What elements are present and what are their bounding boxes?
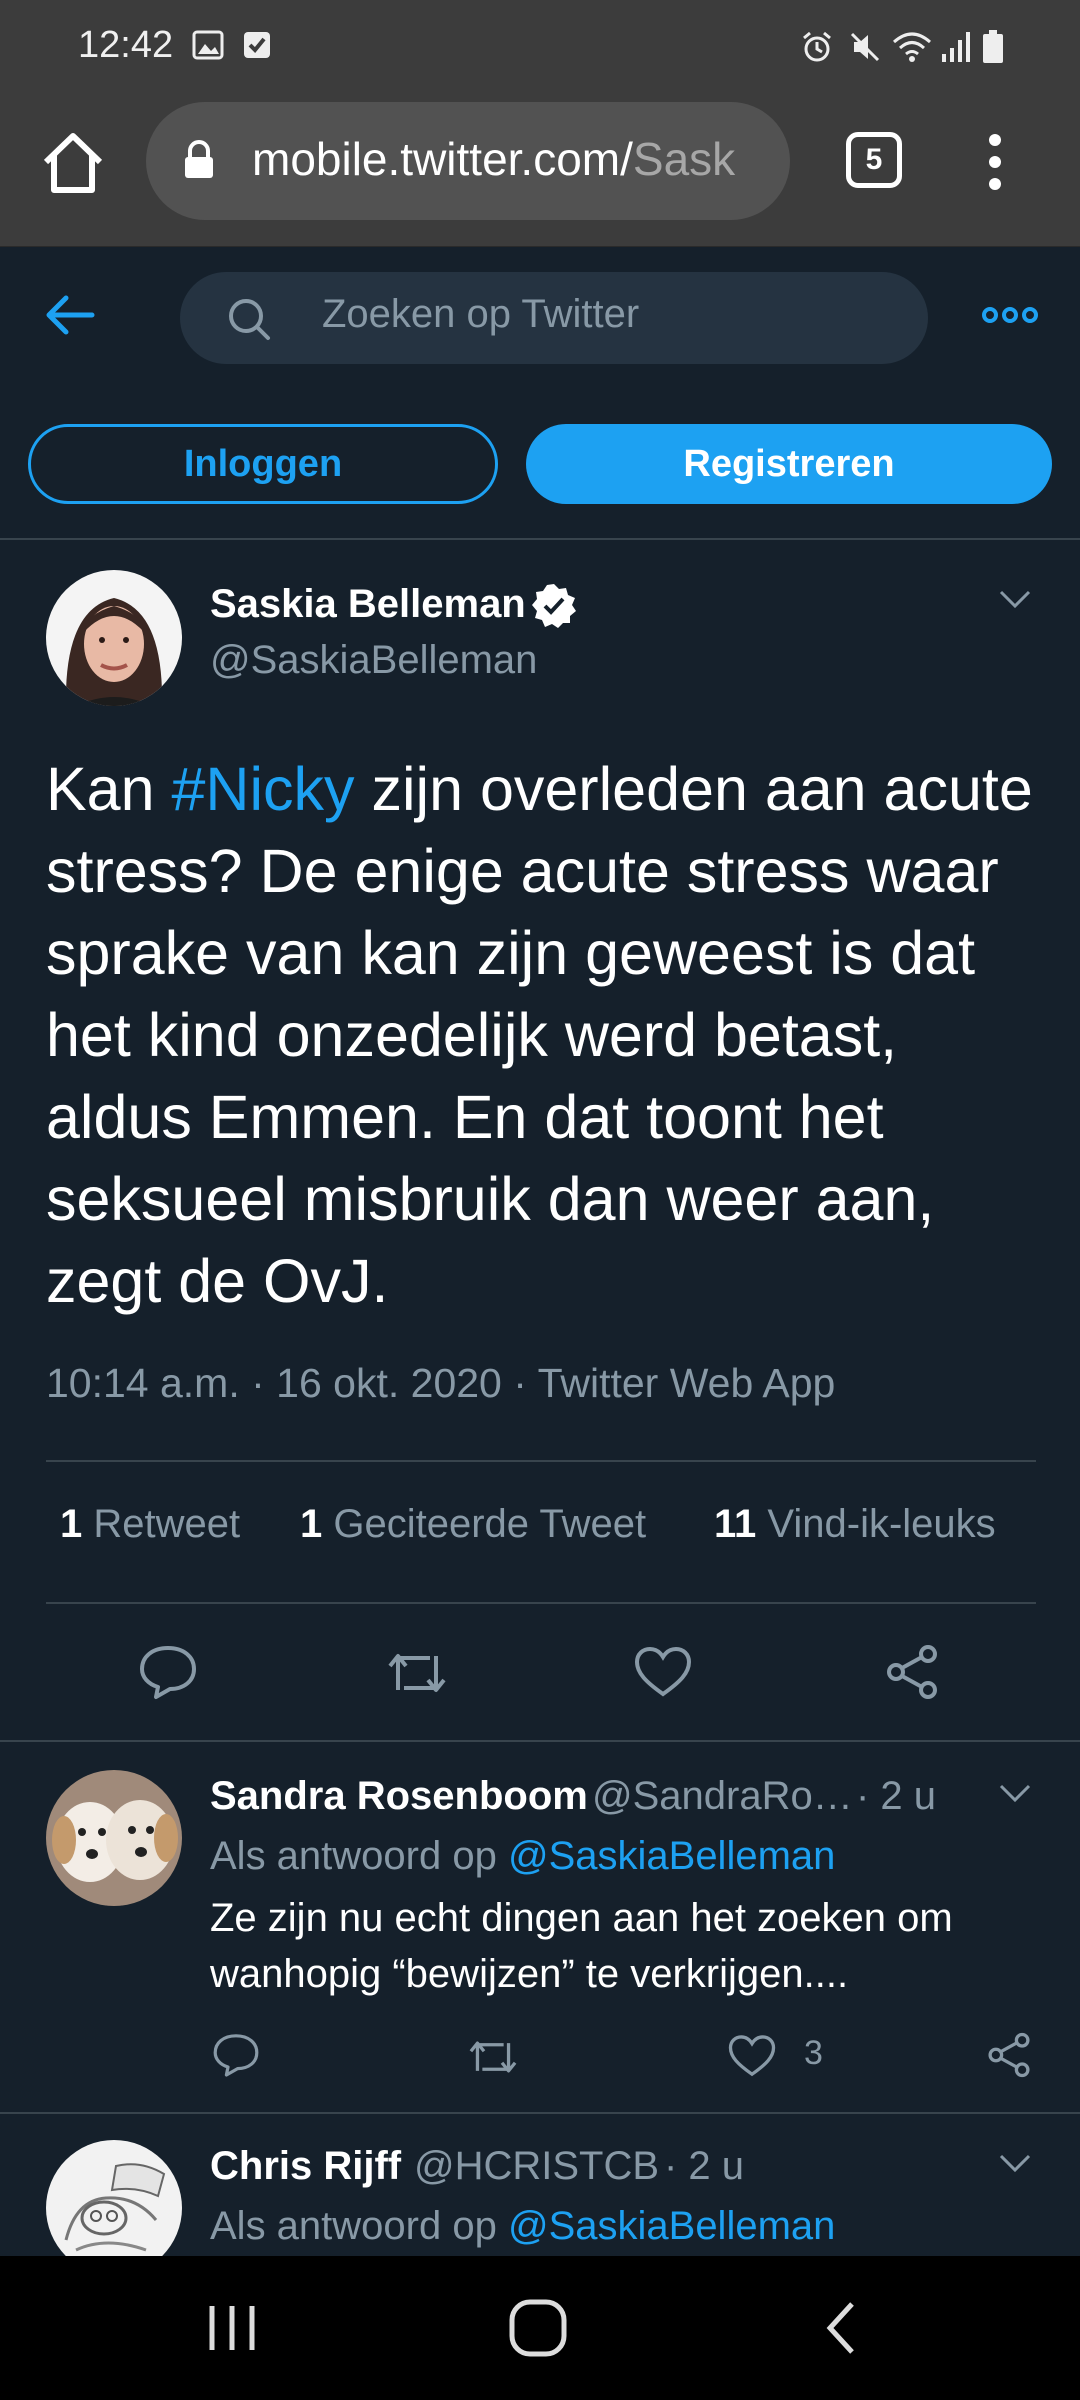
reply-divider <box>0 2112 1080 2114</box>
like-heart-icon[interactable] <box>728 2034 776 2078</box>
status-time: 12:42 <box>78 24 174 66</box>
back-arrow-icon[interactable] <box>40 290 100 340</box>
tweet-text-start: Kan <box>46 755 172 823</box>
tweet-divider <box>0 1740 1080 1742</box>
avatar-portrait-image <box>46 570 182 706</box>
author-handle[interactable]: @SaskiaBelleman <box>210 638 537 683</box>
quote-number: 1 <box>300 1502 323 1546</box>
more-options-icon[interactable] <box>980 300 1040 330</box>
retweet-number: 1 <box>60 1502 83 1546</box>
reply-like-count: 3 <box>804 2034 823 2072</box>
mute-icon <box>850 32 880 62</box>
wifi-icon <box>893 32 931 62</box>
retweet-icon[interactable] <box>384 1648 450 1698</box>
url-text[interactable]: mobile.twitter.com/Sask <box>252 132 735 186</box>
retweet-icon[interactable] <box>466 2036 520 2078</box>
avatar-dogs-image <box>46 1770 182 1906</box>
image-notification-icon <box>192 30 224 60</box>
home-nav-icon[interactable] <box>506 2296 570 2360</box>
hashtag-link[interactable]: #Nicky <box>172 755 355 823</box>
search-icon <box>229 299 270 340</box>
lock-icon <box>185 140 213 178</box>
status-bar: 12:42 <box>0 0 1080 96</box>
like-heart-icon[interactable] <box>634 1646 692 1698</box>
reply-context: Als antwoord op @SaskiaBelleman <box>210 1834 835 1879</box>
chevron-down-icon[interactable] <box>998 1782 1032 1804</box>
tweet-source: Twitter Web App <box>537 1360 836 1406</box>
share-icon[interactable] <box>986 2032 1032 2078</box>
reply-age: · 2 u <box>664 2144 745 2188</box>
back-nav-icon[interactable] <box>820 2300 860 2356</box>
browser-menu-icon[interactable] <box>980 132 1010 192</box>
tweet-meta: 10:14 a.m. · 16 okt. 2020 · Twitter Web … <box>46 1360 836 1406</box>
alarm-icon <box>803 31 831 62</box>
tweet-date[interactable]: 16 okt. 2020 <box>276 1360 502 1406</box>
like-number: 11 <box>714 1502 757 1546</box>
quote-label: Geciteerde Tweet <box>333 1502 647 1546</box>
like-label: Vind-ik-leuks <box>767 1502 996 1546</box>
reply-author-name[interactable]: Sandra Rosenboom <box>210 1774 588 1819</box>
stats-divider <box>46 1602 1036 1604</box>
recent-apps-icon[interactable] <box>206 2302 258 2354</box>
battery-icon <box>983 30 1003 63</box>
checkbox-notification-icon <box>244 32 270 58</box>
tweet-time[interactable]: 10:14 a.m. <box>46 1360 240 1406</box>
reply-icon[interactable] <box>212 2032 260 2078</box>
retweet-count[interactable]: 1 Retweet <box>60 1502 240 1547</box>
signal-icon <box>942 32 970 62</box>
reply-text: Ze zijn nu echt dingen aan het zoeken om… <box>210 1896 953 1996</box>
home-icon[interactable] <box>38 128 108 198</box>
like-count[interactable]: 11 Vind-ik-leuks <box>714 1502 996 1547</box>
login-button[interactable]: Inloggen <box>28 424 498 504</box>
verified-badge-icon <box>532 584 576 628</box>
register-button[interactable]: Registreren <box>526 424 1052 504</box>
retweet-label: Retweet <box>93 1502 241 1546</box>
tab-switcher-button[interactable]: 5 <box>846 132 902 188</box>
author-name[interactable]: Saskia Belleman <box>210 582 526 627</box>
quote-count[interactable]: 1 Geciteerde Tweet <box>300 1502 646 1547</box>
reply-age: · 2 u <box>856 1774 937 1818</box>
search-input[interactable]: Zoeken op Twitter <box>180 272 928 364</box>
tweet-text-rest: zijn overleden aan acute stress? De enig… <box>46 755 1033 1315</box>
tweet-text: Kan #Nicky zijn overleden aan acute stre… <box>46 748 1046 1322</box>
url-bar[interactable]: mobile.twitter.com/Sask <box>146 102 790 220</box>
chevron-down-icon[interactable] <box>998 588 1032 610</box>
share-icon[interactable] <box>884 1644 940 1700</box>
reply-to-label: Als antwoord op <box>210 2204 497 2248</box>
meta-divider <box>46 1460 1036 1462</box>
reply-to-label: Als antwoord op <box>210 1834 497 1878</box>
url-host: mobile.twitter.com/ <box>252 133 633 185</box>
reply-icon[interactable] <box>138 1644 198 1700</box>
url-path: Sask <box>632 133 736 185</box>
reply-to-link[interactable]: @SaskiaBelleman <box>508 2204 835 2248</box>
chevron-down-icon[interactable] <box>998 2152 1032 2174</box>
search-placeholder: Zoeken op Twitter <box>322 292 640 336</box>
reply-author-name[interactable]: Chris Rijff <box>210 2144 401 2189</box>
reply-author-handle[interactable]: @SandraRo… <box>592 1774 853 1819</box>
header-divider <box>0 538 1080 540</box>
author-avatar[interactable] <box>46 570 182 706</box>
reply-author-handle[interactable]: @HCRISTCB <box>414 2144 659 2189</box>
system-nav-bar <box>0 2256 1080 2400</box>
reply-avatar[interactable] <box>46 1770 182 1906</box>
reply-to-link[interactable]: @SaskiaBelleman <box>508 1834 835 1878</box>
reply-context: Als antwoord op @SaskiaBelleman <box>210 2204 835 2249</box>
